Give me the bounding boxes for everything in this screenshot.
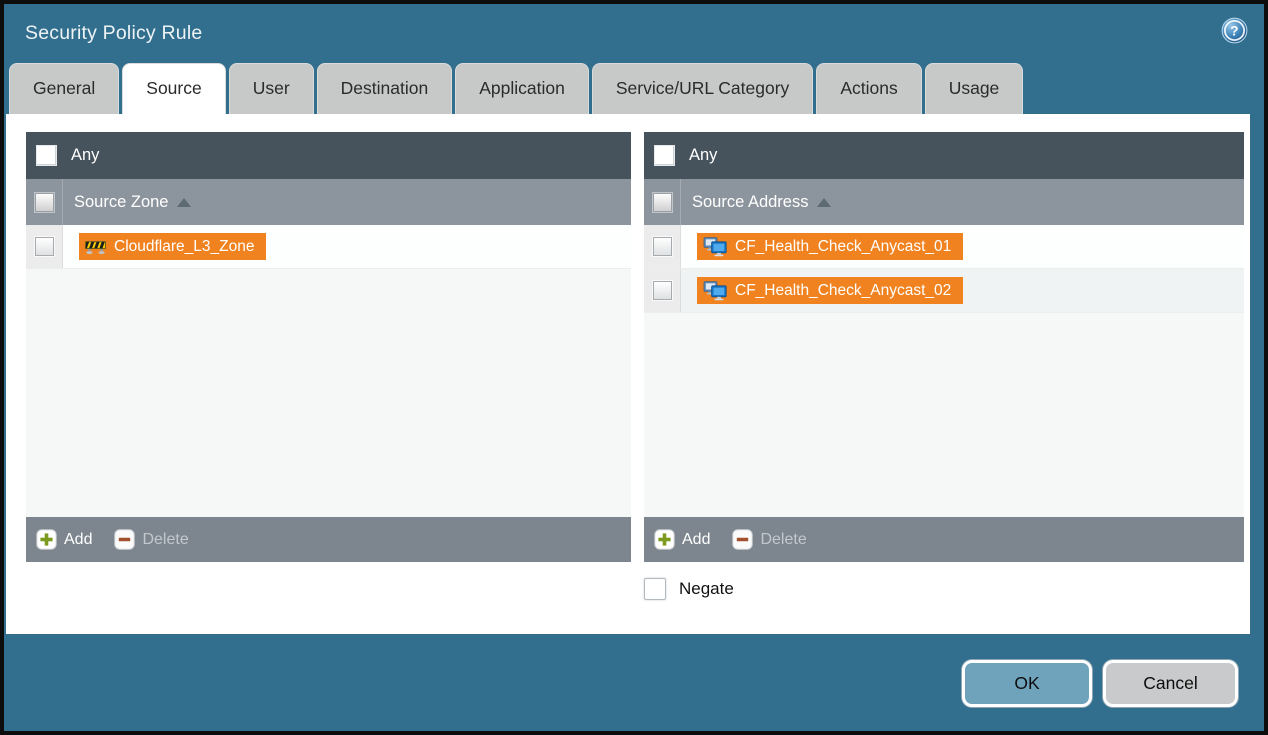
tab-actions[interactable]: Actions <box>816 63 921 114</box>
source-zone-panel: Any Source Zone <box>26 132 631 562</box>
address-row-checkbox-1[interactable] <box>653 237 672 256</box>
source-zone-column-label: Source Zone <box>74 193 168 212</box>
network-computers-icon <box>703 281 727 301</box>
address-row-checkbox-2[interactable] <box>653 281 672 300</box>
source-address-delete-label: Delete <box>760 531 806 549</box>
dialog-title: Security Policy Rule <box>25 22 202 45</box>
zone-row: Cloudflare_L3_Zone <box>26 225 631 269</box>
tab-service-url-category[interactable]: Service/URL Category <box>592 63 813 114</box>
source-zone-any-label: Any <box>71 146 99 165</box>
cancel-button[interactable]: Cancel <box>1103 660 1238 707</box>
address-chip-label: CF_Health_Check_Anycast_02 <box>735 282 951 300</box>
network-computers-icon <box>703 237 727 257</box>
tab-source[interactable]: Source <box>122 63 225 114</box>
zone-barrier-icon <box>85 238 106 255</box>
minus-icon <box>732 529 753 550</box>
tab-usage[interactable]: Usage <box>925 63 1024 114</box>
plus-icon <box>654 529 675 550</box>
source-address-actions-bar: Add Delete <box>644 517 1244 562</box>
tab-general[interactable]: General <box>9 63 119 114</box>
source-zone-list: Cloudflare_L3_Zone <box>26 225 631 517</box>
panels-container: Any Source Zone <box>26 132 1250 562</box>
tab-bar: General Source User Destination Applicat… <box>4 62 1264 114</box>
zone-row-checkbox[interactable] <box>35 237 54 256</box>
minus-icon <box>114 529 135 550</box>
source-zone-add-button[interactable]: Add <box>36 529 92 550</box>
source-zone-any-checkbox[interactable] <box>36 145 57 166</box>
zone-chip-label: Cloudflare_L3_Zone <box>114 238 254 256</box>
negate-checkbox[interactable] <box>644 578 666 600</box>
tab-destination[interactable]: Destination <box>317 63 453 114</box>
source-address-list: CF_Health_Check_Anycast_01 <box>644 225 1244 517</box>
help-circle-icon: ? <box>1221 17 1248 44</box>
tab-application[interactable]: Application <box>455 63 589 114</box>
source-zone-any-bar: Any <box>26 132 631 179</box>
source-zone-delete-button[interactable]: Delete <box>114 529 188 550</box>
negate-row: Negate <box>644 578 1250 600</box>
address-chip-2[interactable]: CF_Health_Check_Anycast_02 <box>697 277 963 304</box>
source-address-add-button[interactable]: Add <box>654 529 710 550</box>
source-address-any-label: Any <box>689 146 717 165</box>
source-zone-add-label: Add <box>64 531 92 549</box>
source-zone-select-all-checkbox[interactable] <box>35 193 54 212</box>
source-tab-content: Any Source Zone <box>6 114 1250 634</box>
negate-label: Negate <box>679 579 734 599</box>
dialog-footer: OK Cancel <box>4 634 1264 731</box>
source-address-any-checkbox[interactable] <box>654 145 675 166</box>
source-address-any-bar: Any <box>644 132 1244 179</box>
tab-user[interactable]: User <box>229 63 314 114</box>
source-zone-delete-label: Delete <box>142 531 188 549</box>
source-address-column-header[interactable]: Source Address <box>644 179 1244 225</box>
svg-text:?: ? <box>1230 23 1238 38</box>
source-address-column-label: Source Address <box>692 193 808 212</box>
address-row: CF_Health_Check_Anycast_01 <box>644 225 1244 269</box>
source-address-add-label: Add <box>682 531 710 549</box>
zone-chip[interactable]: Cloudflare_L3_Zone <box>79 233 266 260</box>
source-address-delete-button[interactable]: Delete <box>732 529 806 550</box>
source-zone-actions-bar: Add Delete <box>26 517 631 562</box>
address-row: CF_Health_Check_Anycast_02 <box>644 269 1244 313</box>
ok-button[interactable]: OK <box>962 660 1092 707</box>
source-address-select-all-checkbox[interactable] <box>653 193 672 212</box>
address-chip-1[interactable]: CF_Health_Check_Anycast_01 <box>697 233 963 260</box>
sort-ascending-arrow-icon <box>817 198 831 207</box>
sort-ascending-arrow-icon <box>177 198 191 207</box>
dialog-titlebar: Security Policy Rule ? <box>4 4 1264 62</box>
help-button[interactable]: ? <box>1221 17 1248 44</box>
source-address-panel: Any Source Address <box>644 132 1244 562</box>
plus-icon <box>36 529 57 550</box>
address-chip-label: CF_Health_Check_Anycast_01 <box>735 238 951 256</box>
source-zone-column-header[interactable]: Source Zone <box>26 179 631 225</box>
